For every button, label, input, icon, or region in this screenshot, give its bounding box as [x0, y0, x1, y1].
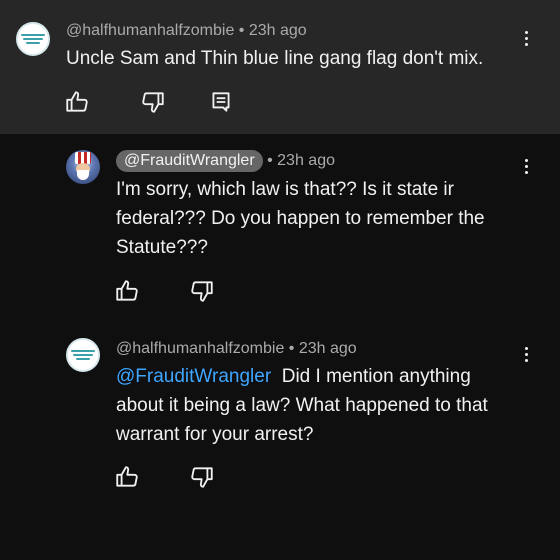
reply-author-pill[interactable]: @FrauditWrangler — [116, 150, 263, 172]
reply-author[interactable]: @halfhumanhalfzombie — [116, 340, 284, 357]
thumbs-up-icon[interactable] — [114, 464, 140, 490]
thumbs-up-icon[interactable] — [114, 278, 140, 304]
comment-time[interactable]: • 23h ago — [239, 22, 307, 39]
thumbs-down-icon[interactable] — [189, 464, 215, 490]
comment-meta: @halfhumanhalfzombie • 23h ago — [66, 22, 307, 40]
thumbs-down-icon[interactable] — [140, 89, 166, 115]
reply-time[interactable]: • 23h ago — [289, 340, 357, 357]
avatar-halfhumanhalfzombie[interactable] — [16, 22, 50, 56]
more-vert-icon[interactable] — [516, 154, 536, 178]
reply-meta: @FrauditWrangler • 23h ago — [116, 150, 335, 172]
thumbs-down-icon[interactable] — [189, 278, 215, 304]
avatar-halfhumanhalfzombie[interactable] — [66, 338, 100, 372]
more-vert-icon[interactable] — [516, 342, 536, 366]
reply-meta: @halfhumanhalfzombie • 23h ago — [116, 340, 357, 358]
reply-text: @FrauditWrangler Did I mention anything … — [116, 362, 506, 449]
thumbs-up-icon[interactable] — [64, 89, 90, 115]
mention-link[interactable]: @FrauditWrangler — [116, 366, 271, 387]
reply-text: I'm sorry, which law is that?? Is it sta… — [116, 179, 485, 258]
avatar-frauditwrangler[interactable] — [66, 150, 100, 184]
comment-icon[interactable] — [208, 89, 234, 115]
more-vert-icon[interactable] — [516, 26, 536, 50]
comment-author[interactable]: @halfhumanhalfzombie — [66, 22, 234, 39]
comment-text: Uncle Sam and Thin blue line gang flag d… — [66, 48, 484, 69]
reply-time[interactable]: • 23h ago — [267, 152, 335, 169]
